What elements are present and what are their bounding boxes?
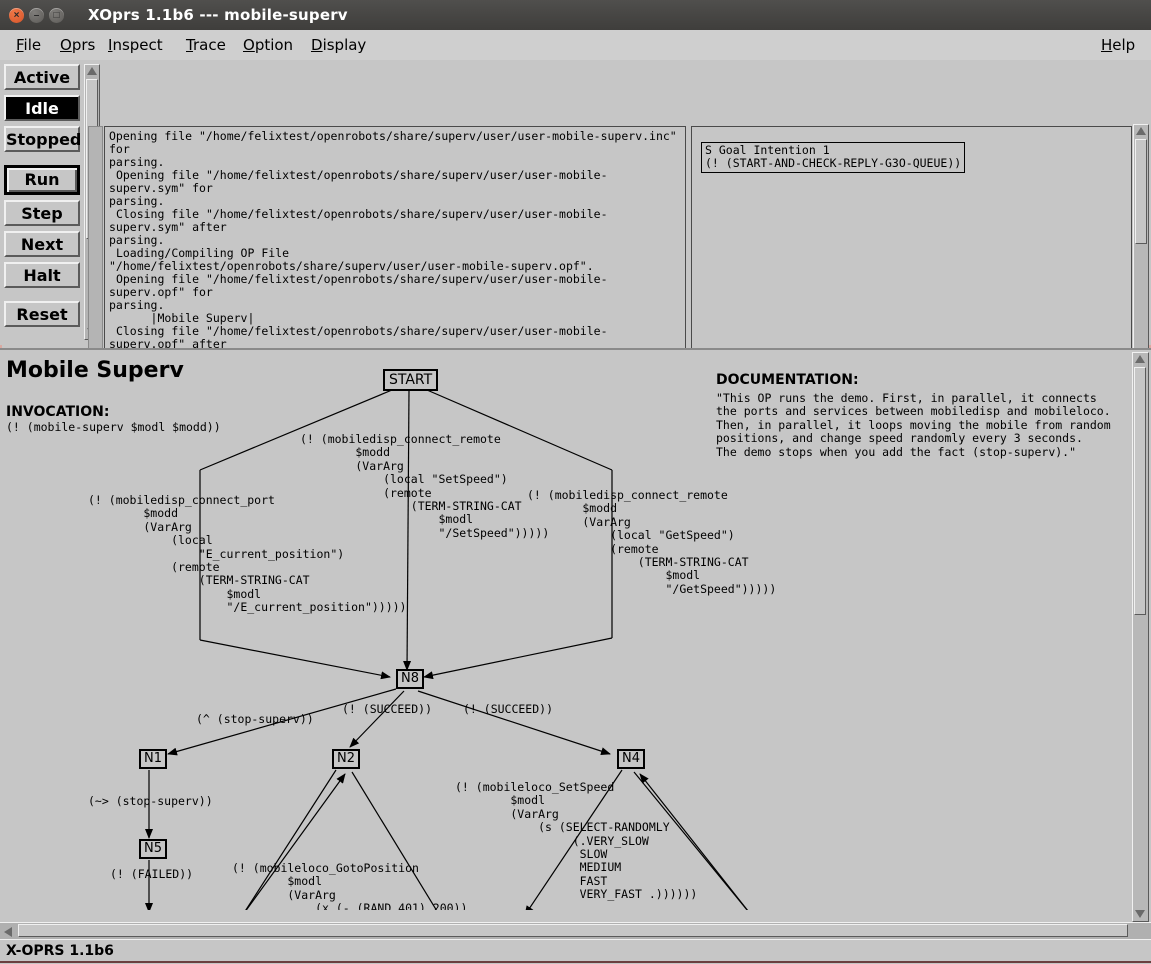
window-titlebar: × – □ XOprs 1.1b6 --- mobile-superv [0, 0, 1151, 30]
graph-node-n1[interactable]: N1 [139, 749, 167, 769]
menu-file-rest: ile [23, 36, 42, 54]
menu-trace[interactable]: Trace [180, 30, 232, 60]
state-button-idle[interactable]: Idle [4, 95, 80, 121]
edge-label-stop-superv-fact: (^ (stop-superv)) [196, 712, 314, 726]
menu-file[interactable]: File [10, 30, 47, 60]
maximize-window-icon[interactable]: □ [49, 7, 64, 23]
halt-button[interactable]: Halt [4, 262, 80, 288]
close-glyph: × [13, 9, 20, 21]
graph-scroll-left-arrow-icon[interactable] [2, 924, 16, 938]
button-group-separator-1 [4, 157, 82, 165]
op-graph-canvas[interactable]: Mobile Superv INVOCATION: (! (mobile-sup… [0, 350, 1125, 910]
edge-label-connect-getspeed: (! (mobiledisp_connect_remote $modd (Var… [527, 488, 777, 596]
graph-horizontal-scrollbar[interactable] [0, 922, 1151, 939]
menu-help-rest: elp [1112, 36, 1136, 54]
graph-node-n5[interactable]: N5 [139, 839, 167, 859]
menu-help[interactable]: Help [1095, 30, 1141, 60]
menu-inspect[interactable]: Inspect [102, 30, 169, 60]
edge-label-setspeed: (! (mobileloco_SetSpeed $modl (VarArg (s… [455, 780, 698, 902]
page-title: Mobile Superv [6, 358, 184, 383]
documentation-heading: DOCUMENTATION: [716, 372, 859, 388]
edge-label-connect-setspeed: (! (mobiledisp_connect_remote $modd (Var… [300, 432, 550, 540]
graph-vertical-scrollbar[interactable] [1132, 352, 1149, 922]
window-title: XOprs 1.1b6 --- mobile-superv [88, 6, 348, 24]
step-button[interactable]: Step [4, 200, 80, 226]
xoprs-window: × – □ XOprs 1.1b6 --- mobile-superv File… [0, 0, 1151, 964]
menu-inspect-rest: nspect [112, 36, 163, 54]
intention-scrollbar-thumb[interactable] [1135, 139, 1147, 244]
graph-node-n2[interactable]: N2 [332, 749, 360, 769]
reset-button[interactable]: Reset [4, 301, 80, 327]
status-text: X-OPRS 1.1b6 [6, 943, 114, 959]
menu-oprs-rest: prs [71, 36, 96, 54]
graph-node-n4[interactable]: N4 [617, 749, 645, 769]
intention-vertical-scrollbar[interactable] [1133, 124, 1149, 386]
state-button-active[interactable]: Active [4, 64, 80, 90]
graph-scroll-down-arrow-icon[interactable] [1133, 908, 1147, 921]
state-button-stopped[interactable]: Stopped [4, 126, 81, 152]
close-window-icon[interactable]: × [9, 7, 24, 23]
graph-scrollbar-thumb[interactable] [1134, 367, 1146, 615]
menu-oprs[interactable]: Oprs [54, 30, 101, 60]
documentation-text: "This OP runs the demo. First, in parall… [716, 391, 1111, 459]
menu-display[interactable]: Display [305, 30, 372, 60]
graph-node-start[interactable]: START [383, 369, 439, 391]
edge-label-failed: (! (FAILED)) [110, 867, 194, 881]
next-button[interactable]: Next [4, 231, 80, 257]
edge-label-succeed-n4: (! (SUCCEED)) [463, 702, 554, 716]
menu-trace-rest: race [192, 36, 226, 54]
goal-intention-box[interactable]: S Goal Intention 1 (! (START-AND-CHECK-R… [701, 142, 966, 173]
scroll-up-arrow-icon[interactable] [85, 65, 99, 78]
intention-scroll-up-arrow-icon[interactable] [1134, 125, 1148, 138]
op-graph-pane[interactable]: Mobile Superv INVOCATION: (! (mobile-sup… [0, 348, 1151, 927]
window-controls: × – □ [9, 7, 64, 23]
button-group-separator-2 [4, 293, 82, 301]
menu-option[interactable]: Option [237, 30, 299, 60]
minimize-window-icon[interactable]: – [29, 7, 44, 23]
run-button[interactable]: Run [4, 165, 80, 195]
menu-option-rest: ption [254, 36, 294, 54]
graph-scroll-up-arrow-icon[interactable] [1133, 353, 1147, 366]
command-button-column: Active Idle Stopped Run Step Next Halt R… [4, 64, 82, 332]
menubar: File Oprs Inspect Trace Option Display H… [0, 30, 1151, 61]
maximize-glyph: □ [53, 9, 60, 21]
goal-intention-body: (! (START-AND-CHECK-REPLY-G3O-QUEUE)) [705, 156, 962, 170]
edge-label-gotoposition: (! (mobileloco_GotoPosition $modl (VarAr… [232, 861, 468, 910]
graph-node-n8[interactable]: N8 [396, 669, 424, 689]
menu-display-rest: isplay [322, 36, 367, 54]
invocation-heading: INVOCATION: [6, 404, 110, 420]
graph-hscrollbar-thumb[interactable] [18, 924, 1128, 937]
invocation-text: (! (mobile-superv $modl $modd)) [6, 420, 221, 434]
top-pane: Active Idle Stopped Run Step Next Halt R… [0, 60, 1151, 402]
edge-label-stop-superv-test: (~> (stop-superv)) [88, 794, 213, 808]
minimize-glyph: – [33, 9, 40, 21]
edge-label-succeed-n2: (! (SUCCEED)) [342, 702, 433, 716]
